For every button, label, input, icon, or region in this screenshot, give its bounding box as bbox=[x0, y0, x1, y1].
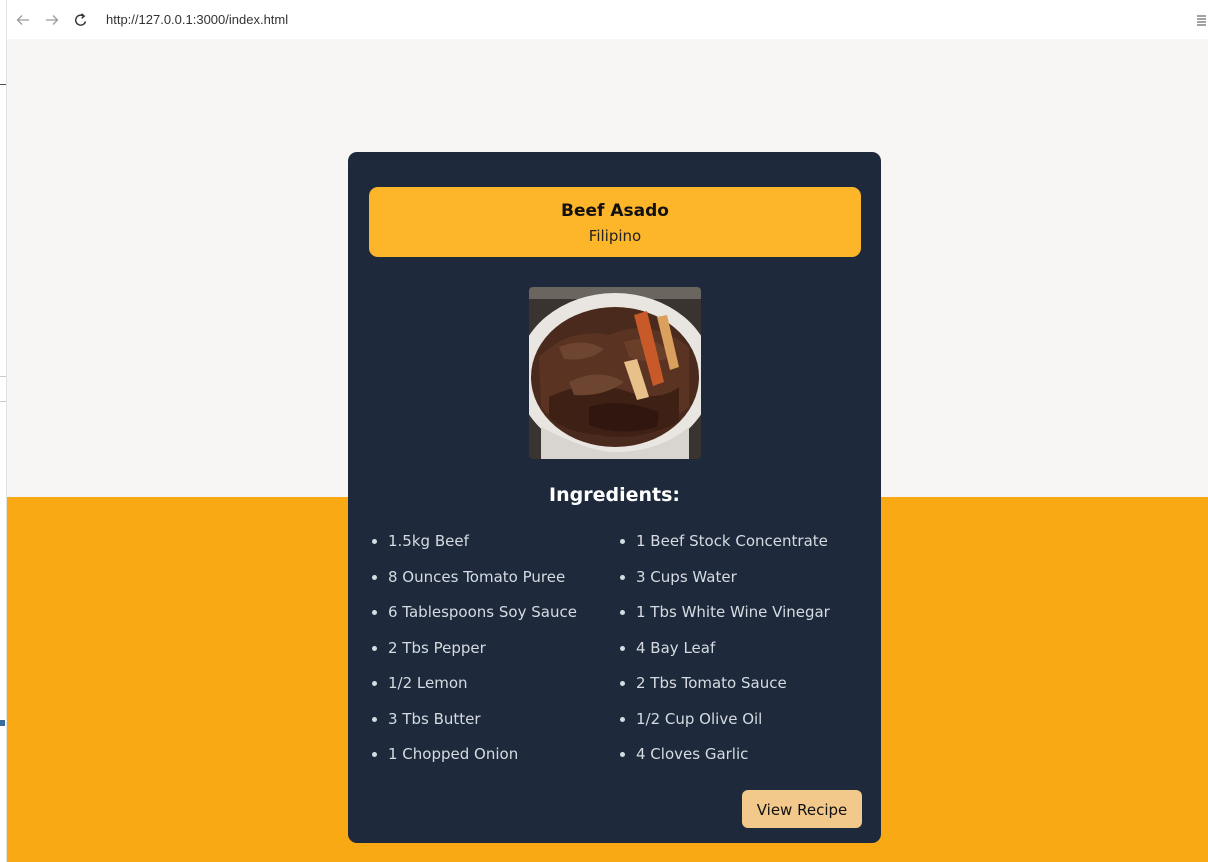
ingredient-item: 1/2 Lemon bbox=[370, 666, 577, 702]
bullet-icon bbox=[372, 539, 377, 544]
bullet-icon bbox=[620, 645, 625, 651]
arrow-right-icon bbox=[46, 14, 59, 25]
forward-button[interactable] bbox=[39, 7, 65, 33]
ingredients-heading: Ingredients: bbox=[549, 484, 680, 506]
ingredient-label: 3 Tbs Butter bbox=[388, 709, 481, 728]
ingredient-label: 4 Bay Leaf bbox=[636, 638, 716, 657]
ingredient-label: 8 Ounces Tomato Puree bbox=[388, 567, 566, 586]
ingredient-item: 1.5kg Beef bbox=[370, 524, 577, 560]
ingredient-label: 3 Cups Water bbox=[636, 567, 737, 586]
ingredient-item: 2 Tbs Pepper bbox=[370, 631, 577, 667]
edge-mark bbox=[0, 720, 5, 726]
ingredient-item: 2 Tbs Tomato Sauce bbox=[618, 666, 830, 702]
ingredients-list-right: 1 Beef Stock Concentrate 3 Cups Water 1 … bbox=[618, 524, 830, 773]
bullet-icon bbox=[372, 752, 377, 757]
back-button[interactable] bbox=[10, 7, 36, 33]
ingredient-label: 4 Cloves Garlic bbox=[636, 745, 749, 763]
browser-toolbar: http://127.0.0.1:3000/index.html bbox=[7, 0, 1208, 39]
recipe-header: Beef Asado Filipino bbox=[369, 187, 861, 257]
ingredient-label: 1 Beef Stock Concentrate bbox=[636, 532, 828, 550]
bullet-icon bbox=[372, 574, 377, 580]
ingredient-label: 1/2 Cup Olive Oil bbox=[636, 709, 763, 728]
window-left-edge bbox=[0, 0, 7, 862]
view-recipe-button[interactable]: View Recipe bbox=[742, 790, 862, 828]
arrow-left-icon bbox=[16, 14, 29, 25]
page-viewport: Beef Asado Filipino Ingredients: 1.5kg B… bbox=[7, 39, 1208, 862]
bullet-icon bbox=[372, 681, 377, 686]
dish-image bbox=[529, 287, 701, 459]
ingredient-label: 1.5kg Beef bbox=[388, 532, 469, 550]
bullet-icon bbox=[620, 539, 625, 544]
ingredient-label: 2 Tbs Pepper bbox=[388, 638, 486, 657]
edge-mark bbox=[0, 84, 6, 85]
recipe-photo bbox=[529, 287, 701, 459]
bullet-icon bbox=[620, 574, 625, 580]
ingredient-label: 1 Tbs White Wine Vinegar bbox=[636, 603, 830, 621]
ingredient-item: 3 Cups Water bbox=[618, 560, 830, 596]
reload-icon bbox=[75, 12, 87, 26]
ingredient-label: 1/2 Lemon bbox=[388, 674, 468, 692]
ingredient-item: 1/2 Cup Olive Oil bbox=[618, 702, 830, 738]
edge-mark bbox=[0, 401, 6, 402]
bullet-icon bbox=[372, 645, 377, 651]
hamburger-menu-icon bbox=[1197, 14, 1206, 26]
ingredient-item: 1 Tbs White Wine Vinegar bbox=[618, 595, 830, 631]
ingredient-label: 1 Chopped Onion bbox=[388, 745, 519, 763]
recipe-card: Beef Asado Filipino Ingredients: 1.5kg B… bbox=[348, 152, 881, 843]
browser-menu-button[interactable] bbox=[1194, 10, 1208, 30]
ingredient-item: 1 Chopped Onion bbox=[370, 737, 577, 773]
bullet-icon bbox=[620, 716, 625, 722]
ingredient-item: 4 Cloves Garlic bbox=[618, 737, 830, 773]
ingredient-item: 8 Ounces Tomato Puree bbox=[370, 560, 577, 596]
ingredient-item: 6 Tablespoons Soy Sauce bbox=[370, 595, 577, 631]
bullet-icon bbox=[372, 716, 377, 722]
edge-mark bbox=[0, 376, 6, 377]
recipe-cuisine: Filipino bbox=[588, 227, 642, 245]
ingredient-label: 6 Tablespoons Soy Sauce bbox=[388, 603, 577, 621]
ingredient-item: 3 Tbs Butter bbox=[370, 702, 577, 738]
bullet-icon bbox=[620, 681, 625, 686]
address-bar[interactable]: http://127.0.0.1:3000/index.html bbox=[106, 12, 1194, 27]
recipe-title: Beef Asado bbox=[561, 201, 669, 221]
bullet-icon bbox=[372, 610, 377, 615]
bullet-icon bbox=[620, 610, 625, 615]
ingredient-label: 2 Tbs Tomato Sauce bbox=[636, 674, 787, 692]
reload-button[interactable] bbox=[68, 7, 94, 33]
ingredient-item: 4 Bay Leaf bbox=[618, 631, 830, 667]
ingredient-item: 1 Beef Stock Concentrate bbox=[618, 524, 830, 560]
ingredients-list-left: 1.5kg Beef 8 Ounces Tomato Puree 6 Table… bbox=[370, 524, 577, 773]
bullet-icon bbox=[620, 752, 625, 757]
